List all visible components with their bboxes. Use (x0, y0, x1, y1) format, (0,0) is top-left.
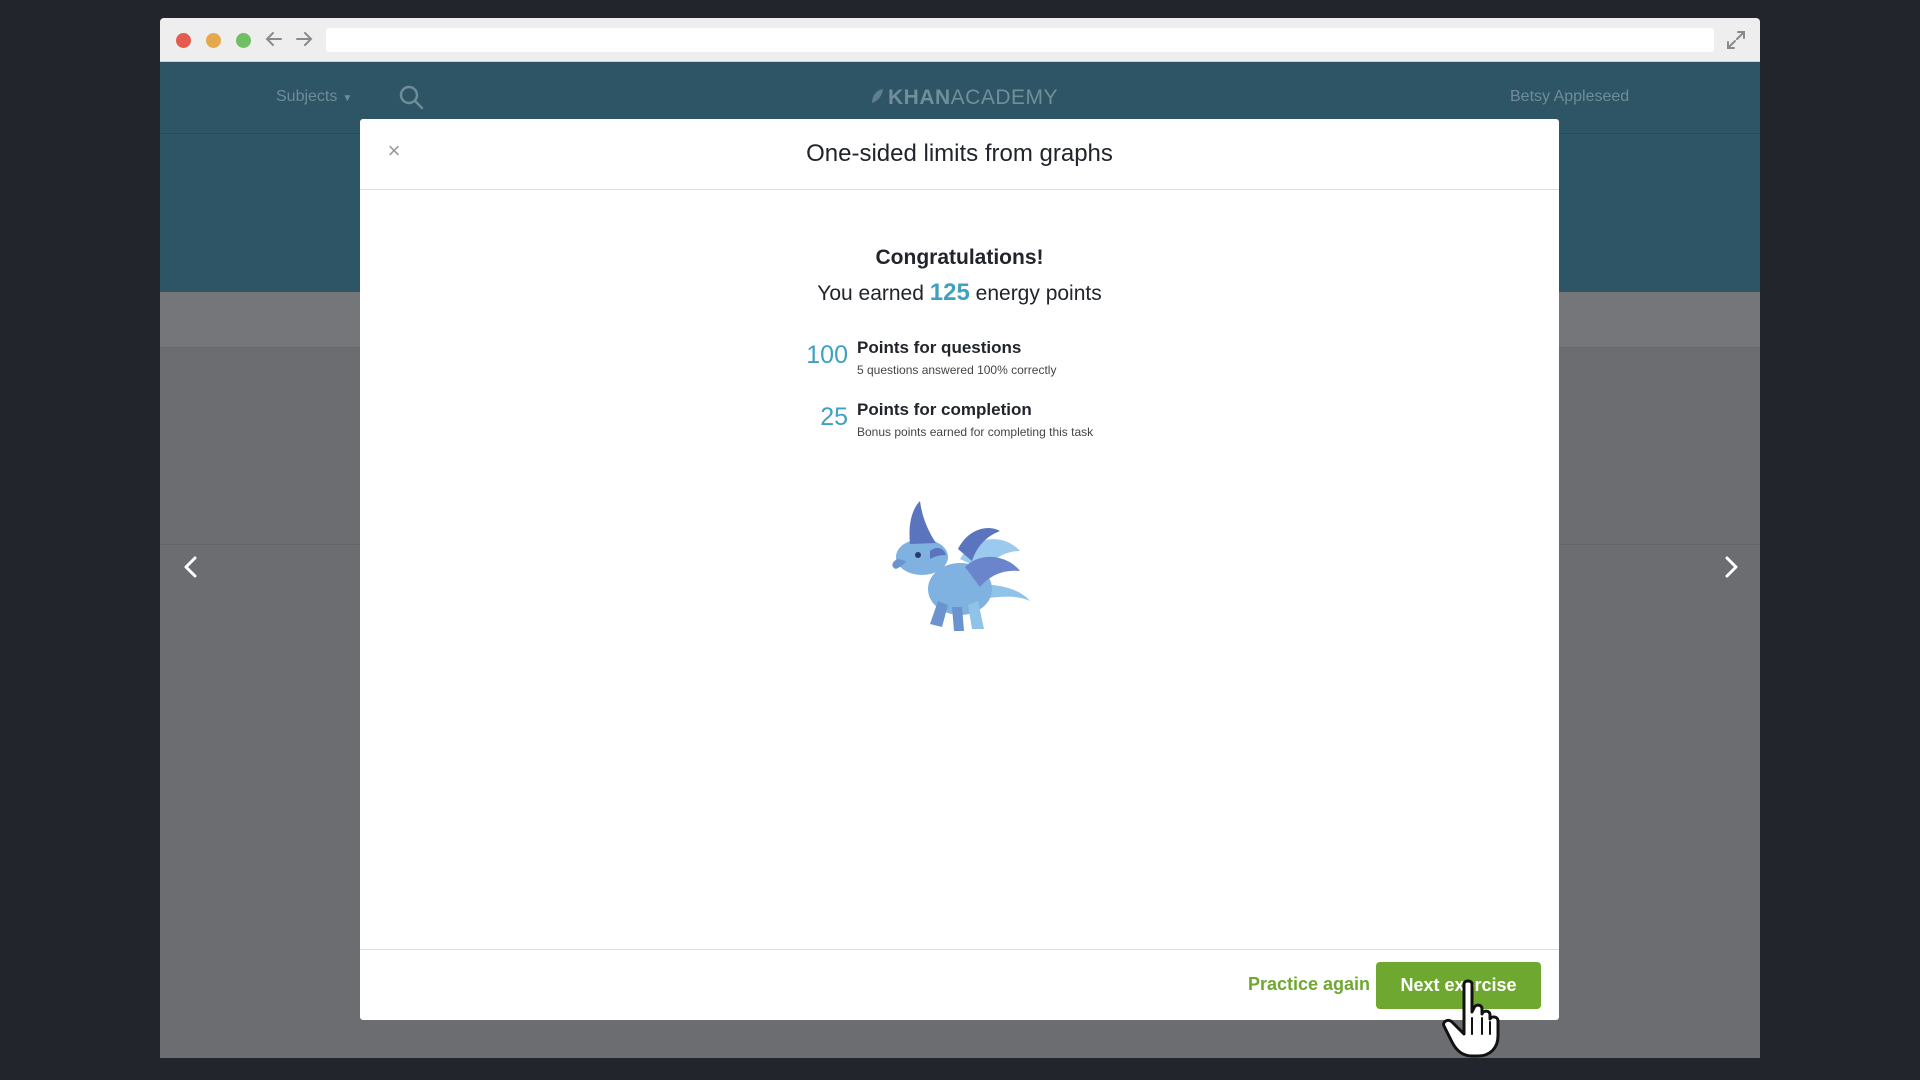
hand-pointer-icon (1440, 978, 1506, 1060)
chevron-left-icon[interactable] (176, 552, 206, 582)
chevron-right-icon[interactable] (1716, 552, 1746, 582)
modal-header: × One-sided limits from graphs (360, 119, 1559, 190)
browser-chrome (160, 18, 1760, 62)
logo-text-light: ACADEMY (950, 86, 1059, 109)
user-name[interactable]: Betsy Appleseed (1510, 88, 1629, 106)
points-description: Bonus points earned for completing this … (857, 425, 1094, 439)
arrow-right-icon[interactable] (292, 27, 316, 51)
earned-summary: You earned 125 energy points (360, 279, 1559, 307)
congratulations-heading: Congratulations! (875, 246, 1044, 269)
completion-modal: × One-sided limits from graphs Congratul… (360, 119, 1559, 1020)
close-window-button[interactable] (176, 33, 191, 48)
minimize-window-button[interactable] (206, 33, 221, 48)
points-value: 100 (806, 341, 848, 369)
subjects-label: Subjects (276, 88, 338, 105)
earned-prefix: You earned (817, 282, 924, 305)
points-value: 25 (820, 403, 848, 431)
earned-points: 125 (929, 279, 970, 306)
earned-suffix: energy points (975, 282, 1102, 305)
search-icon[interactable] (398, 84, 424, 110)
points-label: Points for questions (857, 338, 1022, 357)
address-bar[interactable] (326, 28, 1714, 52)
expand-icon[interactable] (1724, 28, 1748, 52)
modal-title: One-sided limits from graphs (806, 140, 1113, 167)
arrow-left-icon[interactable] (262, 27, 286, 51)
maximize-window-button[interactable] (236, 33, 251, 48)
site-logo[interactable]: KHANACADEMY (870, 86, 1058, 110)
dragon-avatar-icon (880, 489, 1040, 649)
logo-text-bold: KHAN (888, 86, 951, 109)
practice-again-button[interactable]: Practice again (1220, 974, 1370, 995)
points-label: Points for completion (857, 400, 1032, 419)
subjects-menu[interactable]: Subjects ▼ (276, 88, 352, 106)
modal-footer: Practice again Next exercise (360, 949, 1559, 1020)
leaf-icon (870, 86, 884, 110)
points-description: 5 questions answered 100% correctly (857, 363, 1057, 377)
chevron-down-icon: ▼ (342, 93, 353, 104)
points-row-questions: 100 Points for questions 5 questions ans… (760, 338, 1120, 378)
points-row-completion: 25 Points for completion Bonus points ea… (760, 400, 1120, 452)
